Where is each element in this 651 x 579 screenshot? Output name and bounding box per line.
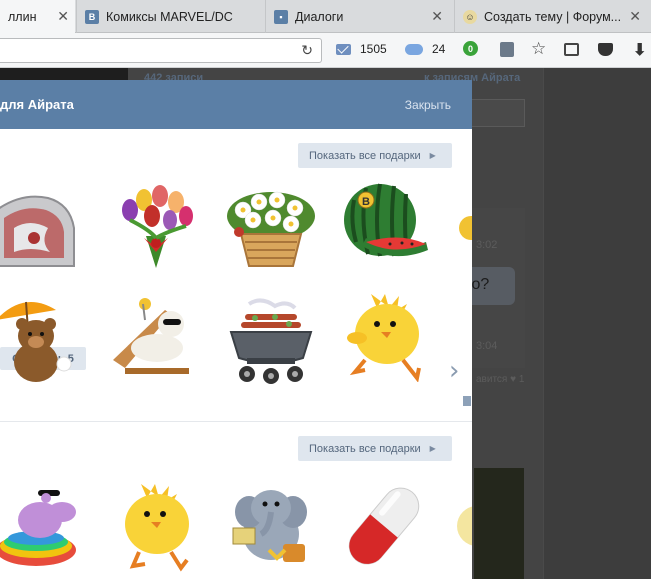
mail-counter[interactable]: 1505 — [336, 42, 387, 56]
umbrella-bear-gift[interactable] — [0, 290, 92, 382]
scroll-indicator[interactable] — [463, 396, 471, 406]
tab-dialogs[interactable]: ▪ Диалоги ✕ — [265, 0, 453, 33]
background-input — [470, 99, 525, 127]
bookmark-button[interactable]: ☆ — [531, 39, 546, 59]
close-tab-icon[interactable]: ✕ — [57, 9, 69, 23]
background-photo — [474, 468, 524, 579]
gifts-modal: для Айрата Закрыть Показать все подарки … — [0, 80, 472, 579]
watermelon-gift[interactable]: B — [340, 180, 432, 272]
flower-basket-gift[interactable] — [225, 180, 317, 272]
mail-icon — [336, 43, 351, 55]
right-column — [543, 68, 651, 579]
page-action-button[interactable] — [500, 42, 514, 57]
cloud-icon — [405, 43, 423, 55]
download-icon: ⬇ — [633, 42, 647, 59]
tab-active[interactable]: ллин ✕ — [0, 0, 75, 34]
forum-icon: ☺ — [463, 9, 477, 24]
vk-message-icon: ▪ — [274, 9, 288, 24]
tab-title: ллин — [8, 9, 37, 24]
hippo-pool-gift[interactable] — [0, 480, 92, 572]
chevron-right-icon: ▶ — [429, 444, 436, 453]
close-button[interactable]: Закрыть — [405, 98, 451, 112]
download-button[interactable]: ⬇ — [633, 40, 646, 60]
tab-create-topic[interactable]: ☺ Создать тему | Форум... ✕ — [454, 0, 651, 33]
reload-icon[interactable]: ↻ — [301, 42, 313, 59]
url-bar[interactable]: ↻ — [0, 38, 322, 63]
section-divider — [0, 421, 472, 422]
pocket-button[interactable] — [598, 43, 613, 56]
show-all-label: Показать все подарки — [309, 442, 421, 455]
show-all-label: Показать все подарки — [309, 149, 421, 162]
browser-tab-bar: ллин ✕ В Комиксы MARVEL/DC ▪ Диалоги ✕ ☺… — [0, 0, 651, 34]
pocket-icon — [598, 43, 613, 56]
cloud-count: 24 — [432, 42, 446, 56]
sunbathing-bear-gift[interactable] — [105, 290, 197, 382]
modal-title: для Айрата — [0, 97, 74, 112]
likes-text: авится ♥ 1 — [476, 374, 525, 385]
yellow-chick-gift[interactable] — [345, 290, 437, 382]
browser-toolbar: ↻ 1505 24 0 ☆ ⬇ — [0, 33, 651, 68]
reader-list-icon — [564, 43, 579, 56]
partial-gift[interactable] — [455, 198, 472, 290]
close-tab-icon[interactable]: ✕ — [431, 9, 443, 23]
partial-gift[interactable] — [455, 500, 472, 579]
tab-title: Комиксы MARVEL/DC — [106, 9, 233, 24]
show-all-gifts-button[interactable]: Показать все подарки ▶ — [298, 143, 452, 168]
extension-badge-button[interactable]: 0 — [463, 41, 478, 56]
show-all-gifts-button[interactable]: Показать все подарки ▶ — [298, 436, 452, 461]
modal-header: для Айрата Закрыть — [0, 80, 472, 129]
mail-count: 1505 — [360, 42, 387, 56]
barbecue-grill-gift[interactable] — [225, 296, 317, 388]
tab-title: Диалоги — [295, 9, 344, 24]
close-tab-icon[interactable]: ✕ — [629, 9, 641, 23]
dancing-chick-gift[interactable] — [115, 480, 207, 572]
pill-capsule-gift[interactable] — [338, 480, 430, 572]
vk-icon: В — [85, 9, 99, 24]
cloud-counter[interactable]: 24 — [405, 42, 445, 56]
message-time: 3:02 — [476, 239, 498, 251]
green-badge-icon: 0 — [463, 41, 478, 56]
next-gifts-arrow-icon[interactable]: › — [449, 356, 459, 386]
page-icon — [500, 42, 514, 57]
tulip-bouquet-gift[interactable] — [110, 180, 202, 272]
tab-marvel-dc[interactable]: В Комиксы MARVEL/DC — [76, 0, 264, 33]
tab-title: Создать тему | Форум... — [484, 9, 622, 24]
dota-shield-gift[interactable] — [0, 188, 92, 280]
message-time: 3:04 — [476, 340, 498, 352]
elephant-gift[interactable] — [225, 478, 317, 570]
reader-button[interactable] — [564, 43, 579, 56]
svg-text:B: B — [362, 196, 370, 208]
background-photo — [0, 68, 128, 80]
chevron-right-icon: ▶ — [429, 151, 436, 160]
star-icon: ☆ — [531, 39, 547, 58]
